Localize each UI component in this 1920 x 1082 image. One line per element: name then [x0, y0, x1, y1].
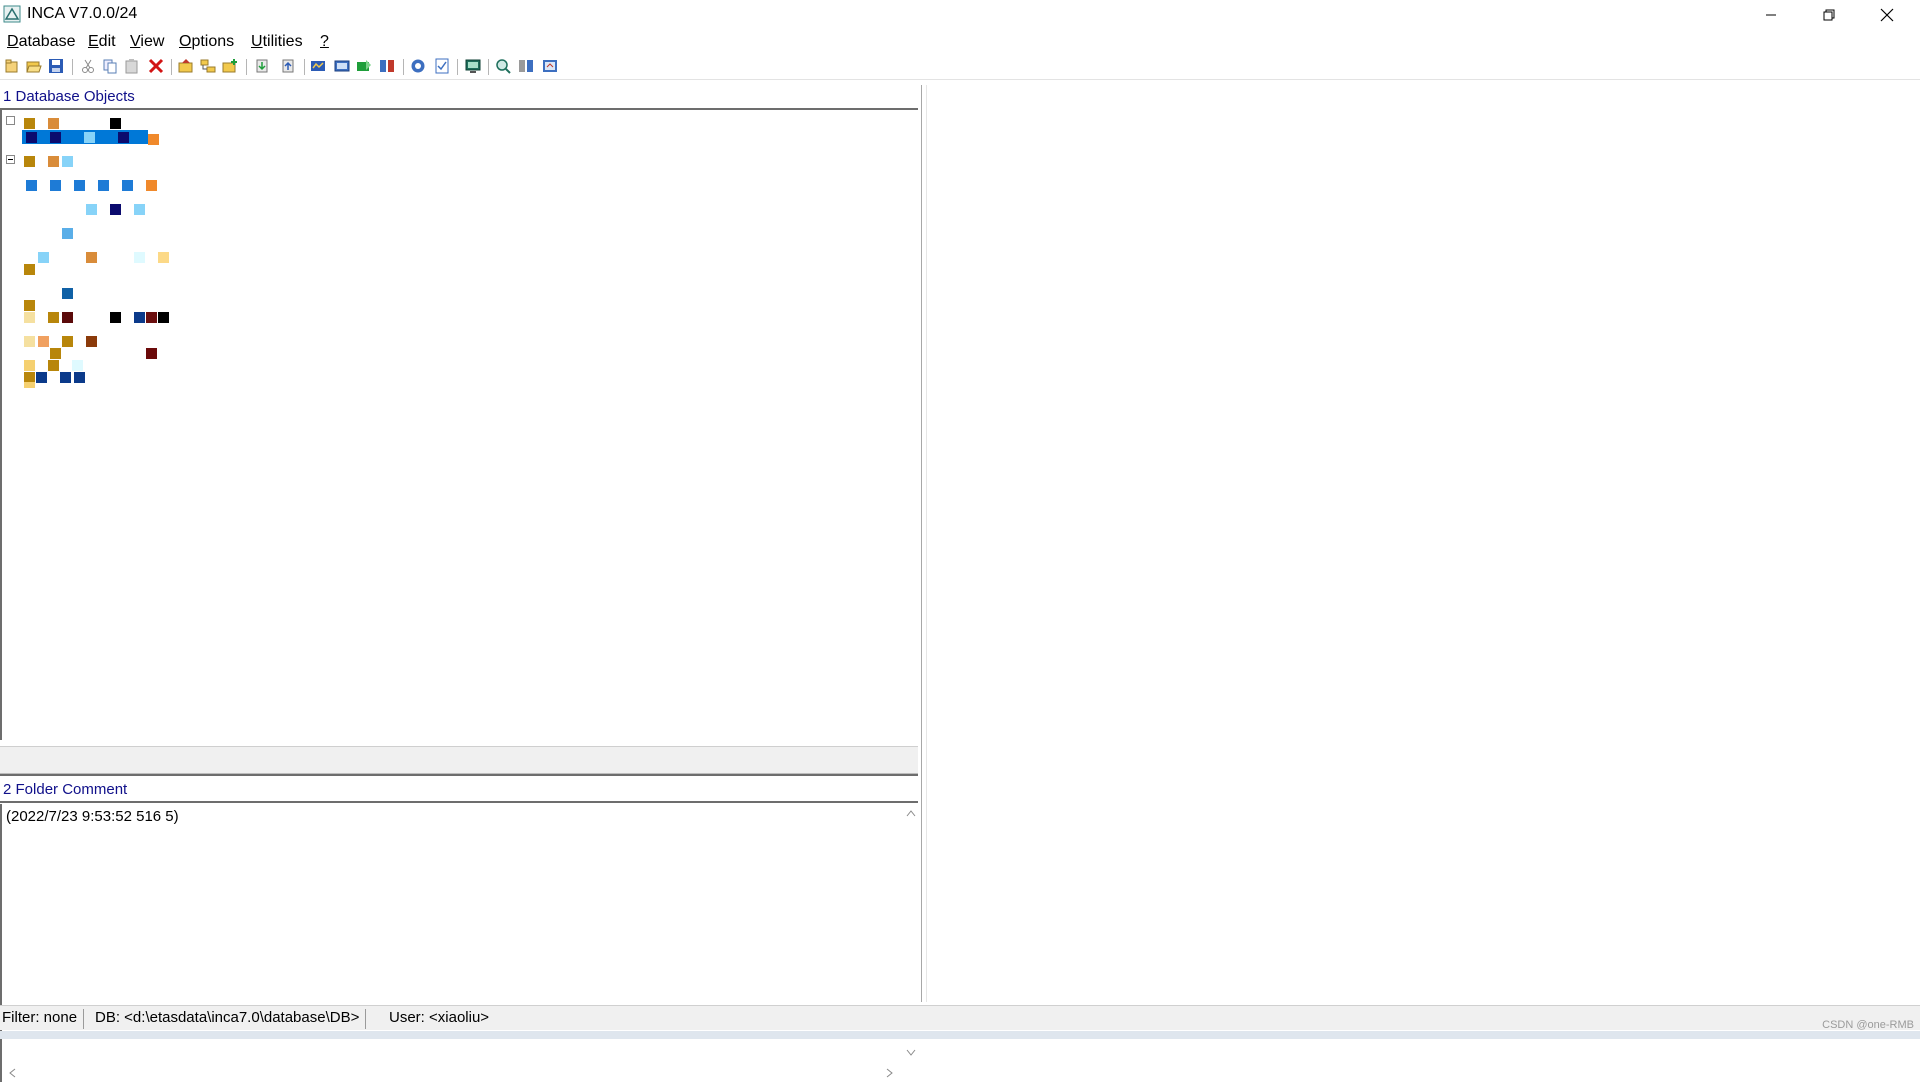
compare-icon[interactable]: [379, 58, 395, 74]
section-divider: [0, 801, 918, 803]
config-icon[interactable]: [518, 58, 534, 74]
horizontal-scrollbar[interactable]: [2, 1064, 902, 1082]
tree-item-obscured[interactable]: [24, 372, 174, 388]
tree-item-obscured[interactable]: [62, 288, 82, 300]
tree-item-selected[interactable]: [22, 130, 159, 146]
folder-comment-title: 2 Folder Comment: [3, 781, 128, 798]
status-user: User: <xiaoliu>: [389, 1009, 490, 1026]
restore-icon: [1823, 9, 1835, 21]
search-icon[interactable]: [495, 58, 511, 74]
tree-item-obscured[interactable]: [24, 336, 174, 359]
scroll-down-icon[interactable]: [906, 1049, 916, 1057]
toolbar-separator: [304, 59, 305, 75]
tree-expand-icon[interactable]: [6, 155, 15, 164]
folder-tree-icon[interactable]: [200, 58, 216, 74]
tree-item-obscured[interactable]: [24, 156, 160, 168]
tree-item-obscured[interactable]: [26, 180, 162, 192]
export-icon[interactable]: [280, 58, 296, 74]
panel-splitter[interactable]: [921, 85, 927, 1002]
menu-help[interactable]: ?: [320, 33, 329, 51]
tree-item-obscured[interactable]: [86, 204, 156, 216]
close-button[interactable]: [1858, 0, 1916, 30]
folder-up-icon[interactable]: [178, 58, 194, 74]
minimize-icon: [1766, 14, 1776, 16]
toolbar-separator: [246, 59, 247, 75]
taskbar-edge: [0, 1031, 1920, 1039]
menu-utilities[interactable]: Utilities: [251, 33, 303, 51]
menu-database[interactable]: Database: [7, 33, 76, 51]
monitor-icon[interactable]: [465, 58, 481, 74]
tree-item-obscured[interactable]: [24, 252, 174, 275]
menu-view[interactable]: View: [130, 33, 164, 51]
paste-icon[interactable]: [124, 58, 140, 74]
minimize-button[interactable]: [1742, 0, 1800, 30]
folder-comment-box[interactable]: (2022/7/23 9:53:52 516 5): [0, 804, 920, 1082]
cut-icon[interactable]: [80, 58, 96, 74]
folder-comment-text: (2022/7/23 9:53:52 516 5): [6, 808, 179, 825]
delete-icon[interactable]: [148, 58, 164, 74]
database-objects-title: 1 Database Objects: [3, 88, 135, 105]
left-panel: 1 Database Objects 2 Folder Comment (202…: [0, 82, 920, 1082]
status-db: DB: <d:\etasdata\inca7.0\database\DB>: [95, 1009, 367, 1029]
toolbar-separator: [488, 59, 489, 75]
title-bar: INCA V7.0.0/24: [0, 0, 1920, 30]
copy-icon[interactable]: [102, 58, 118, 74]
hardware-icon[interactable]: [356, 58, 372, 74]
save-icon[interactable]: [48, 58, 64, 74]
import-icon[interactable]: [254, 58, 270, 74]
toolbar-separator: [457, 59, 458, 75]
menu-bar: Database Edit View Options Utilities ?: [0, 30, 1920, 54]
tree-item-obscured[interactable]: [24, 312, 174, 324]
section-divider: [0, 774, 918, 776]
toolbar-separator: [171, 59, 172, 75]
menu-options[interactable]: Options: [179, 33, 234, 51]
experiment-icon[interactable]: [310, 58, 326, 74]
toolbar-separator: [403, 59, 404, 75]
menu-edit[interactable]: Edit: [88, 33, 116, 51]
tree-item-obscured[interactable]: [62, 228, 82, 240]
tree-status-bar: [0, 746, 918, 774]
watermark: CSDN @one-RMB: [1822, 1019, 1914, 1031]
tree-item-obscured[interactable]: [24, 300, 174, 312]
database-tree[interactable]: [0, 110, 920, 740]
scroll-right-icon[interactable]: [886, 1068, 894, 1078]
tree-item-obscured[interactable]: [24, 118, 154, 130]
window-title: INCA V7.0.0/24: [27, 5, 138, 22]
tree-expand-icon[interactable]: [6, 116, 15, 125]
status-filter: Filter: none: [2, 1009, 85, 1029]
help-icon[interactable]: [410, 58, 426, 74]
scroll-up-icon[interactable]: [906, 809, 916, 817]
inca-app-icon: [3, 5, 21, 23]
scroll-left-icon[interactable]: [8, 1068, 16, 1078]
toolbar-separator: [72, 59, 73, 75]
toolbar: [0, 55, 1920, 80]
close-icon: [1880, 8, 1894, 22]
properties-icon[interactable]: [542, 58, 558, 74]
workspace-icon[interactable]: [334, 58, 350, 74]
folder-add-icon[interactable]: [222, 58, 238, 74]
open-folder-icon[interactable]: [26, 58, 42, 74]
new-folder-icon[interactable]: [4, 58, 20, 74]
checklist-icon[interactable]: [434, 58, 450, 74]
tree-item-obscured[interactable]: [24, 360, 174, 372]
restore-button[interactable]: [1800, 0, 1858, 30]
status-bar: Filter: none DB: <d:\etasdata\inca7.0\da…: [0, 1005, 1920, 1031]
